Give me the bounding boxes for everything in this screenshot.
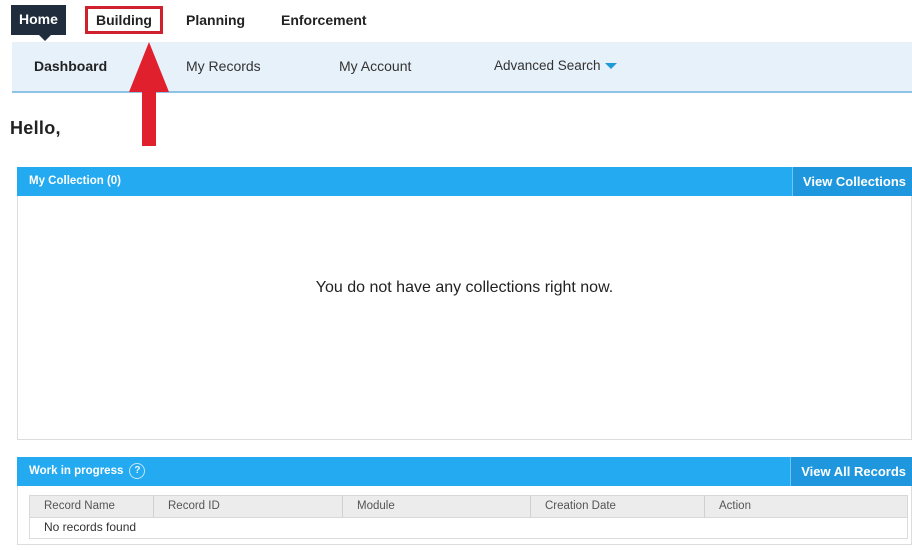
nav-my-records[interactable]: My Records <box>186 42 261 91</box>
view-collections-button[interactable]: View Collections <box>791 167 912 196</box>
records-table-header: Record Name Record ID Module Creation Da… <box>29 495 908 518</box>
nav-dashboard[interactable]: Dashboard <box>34 42 107 91</box>
view-all-records-button[interactable]: View All Records <box>790 457 912 486</box>
column-record-name[interactable]: Record Name <box>30 496 154 517</box>
caret-down-icon <box>604 63 617 70</box>
module-tab-enforcement[interactable]: Enforcement <box>273 6 375 34</box>
work-in-progress-title: Work in progress <box>29 465 124 477</box>
red-up-arrow-icon <box>129 42 169 146</box>
collection-title: My Collection (0) <box>29 175 122 187</box>
column-action[interactable]: Action <box>705 496 907 517</box>
column-module[interactable]: Module <box>343 496 531 517</box>
module-bar: Home Building Planning Enforcement <box>0 0 912 42</box>
question-circle-icon[interactable]: ? <box>129 462 146 479</box>
nav-advanced-search[interactable]: Advanced Search <box>494 42 617 91</box>
column-creation-date[interactable]: Creation Date <box>531 496 705 517</box>
table-row: No records found <box>29 517 908 539</box>
module-tab-planning[interactable]: Planning <box>178 6 253 34</box>
work-in-progress-header: Work in progress? View All Records <box>17 457 912 486</box>
collection-panel-body: You do not have any collections right no… <box>17 196 912 440</box>
collection-empty-message: You do not have any collections right no… <box>315 279 614 296</box>
column-record-id[interactable]: Record ID <box>154 496 343 517</box>
nav-my-account[interactable]: My Account <box>339 42 411 91</box>
collection-panel-header: My Collection (0) View Collections <box>17 167 912 196</box>
module-tab-home[interactable]: Home <box>11 5 66 41</box>
work-in-progress-title-wrap: Work in progress? <box>29 457 146 486</box>
no-records-message: No records found <box>44 520 137 534</box>
module-tab-building[interactable]: Building <box>85 6 163 34</box>
greeting: Hello, <box>10 118 61 138</box>
advanced-search-label: Advanced Search <box>494 58 601 73</box>
